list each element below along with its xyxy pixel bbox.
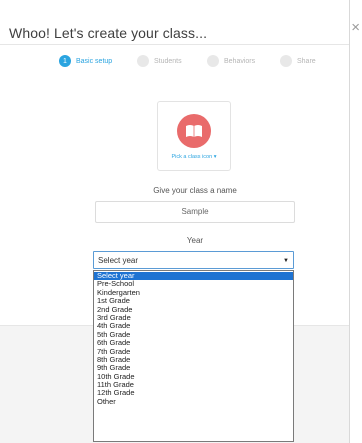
step-behaviors[interactable]: Behaviors xyxy=(207,53,255,69)
dialog-header: Whoo! Let's create your class... xyxy=(0,0,362,44)
step-label: Behaviors xyxy=(224,57,256,65)
class-icon-picker[interactable]: Pick a class icon ▾ xyxy=(157,101,231,171)
class-icon-circle xyxy=(177,114,211,148)
book-icon xyxy=(186,125,202,137)
year-dropdown-list: Select year Pre-School Kindergarten 1st … xyxy=(93,270,294,442)
close-icon[interactable]: × xyxy=(351,20,360,35)
step-number: 1 xyxy=(59,55,71,67)
step-dot xyxy=(280,55,292,67)
header-divider xyxy=(0,44,349,45)
step-label: Basic setup xyxy=(76,57,113,65)
dialog-title: Whoo! Let's create your class... xyxy=(9,25,208,41)
year-label: Year xyxy=(186,236,204,245)
screen: Whoo! Let's create your class... 1 Basic… xyxy=(0,0,362,443)
year-option[interactable]: 12th Grade xyxy=(94,389,293,398)
step-share[interactable]: Share xyxy=(280,53,316,69)
class-name-label: Give your class a name xyxy=(153,186,237,195)
step-dot xyxy=(137,55,149,67)
step-students[interactable]: Students xyxy=(137,53,182,69)
year-select[interactable]: Select year ▼ xyxy=(93,251,294,269)
class-name-input[interactable]: Sample xyxy=(95,201,295,223)
year-select-value: Select year xyxy=(98,256,139,265)
step-label: Share xyxy=(297,57,316,65)
step-dot xyxy=(207,55,219,67)
pick-class-icon-link[interactable]: Pick a class icon ▾ xyxy=(158,154,230,160)
step-label: Students xyxy=(154,57,182,65)
caret-down-icon: ▼ xyxy=(283,258,289,264)
year-option[interactable]: Other xyxy=(94,397,293,406)
step-basic-setup[interactable]: 1 Basic setup xyxy=(59,53,112,69)
setup-steps: 1 Basic setup Students Behaviors Share xyxy=(0,53,349,69)
